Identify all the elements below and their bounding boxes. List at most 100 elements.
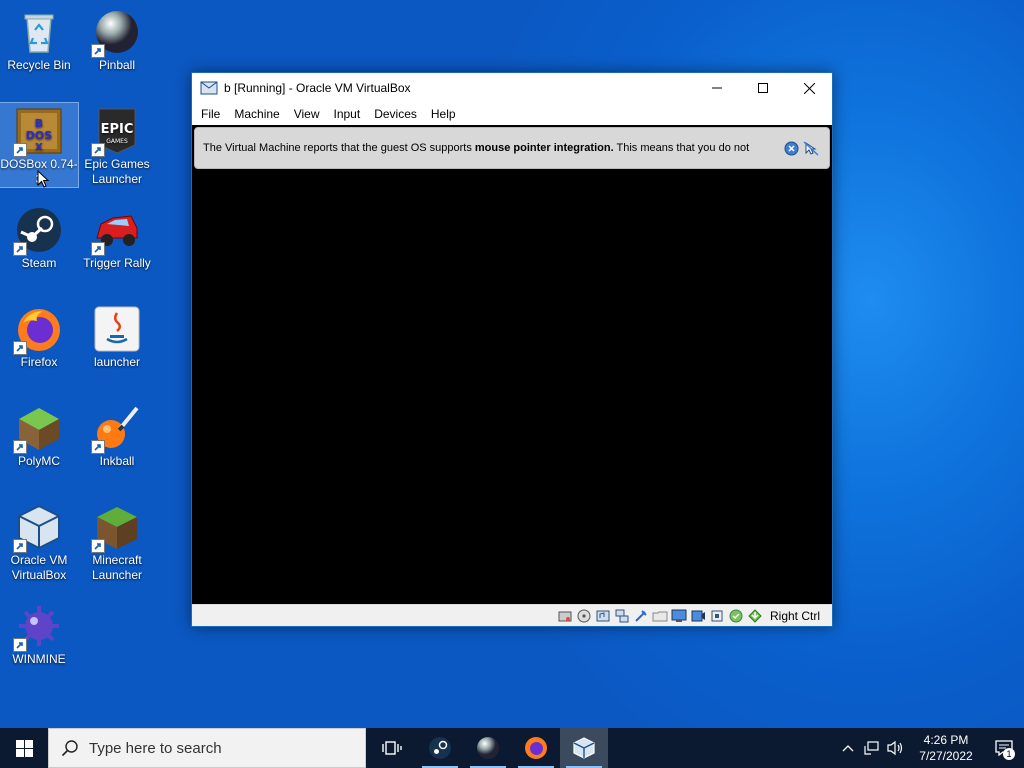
- polymc-icon: [13, 404, 63, 454]
- minimize-button[interactable]: [694, 73, 740, 103]
- mine-icon: [13, 602, 63, 652]
- desktop-icon-label: Epic Games Launcher: [84, 157, 150, 186]
- cpu-icon[interactable]: [709, 608, 725, 624]
- desktop-icon-minecraft-launcher[interactable]: Minecraft Launcher: [78, 499, 156, 583]
- svg-text:DOS: DOS: [26, 129, 52, 142]
- network-icon[interactable]: [614, 608, 630, 624]
- notice-disable-icon[interactable]: [803, 140, 819, 156]
- desktop-icon-label: Steam: [21, 256, 57, 270]
- shortcut-arrow-icon: [91, 44, 105, 58]
- menu-machine[interactable]: Machine: [227, 107, 286, 121]
- menu-input[interactable]: Input: [327, 107, 368, 121]
- steam-icon: [13, 206, 63, 256]
- desktop-icon-winmine[interactable]: WINMINE: [0, 598, 78, 667]
- mouse-cursor-icon: [37, 170, 49, 188]
- menu-devices[interactable]: Devices: [367, 107, 424, 121]
- desktop-icon-recycle-bin[interactable]: Recycle Bin: [0, 4, 78, 73]
- system-tray: 4:26 PM 7/27/2022 1: [836, 728, 1024, 768]
- desktop-icon-label: WINMINE: [12, 652, 66, 666]
- shortcut-arrow-icon: [91, 242, 105, 256]
- taskbar-firefox[interactable]: [512, 728, 560, 768]
- maximize-button[interactable]: [740, 73, 786, 103]
- desktop-icon-steam[interactable]: Steam: [0, 202, 78, 271]
- shortcut-arrow-icon: [13, 539, 27, 553]
- shortcut-arrow-icon: [13, 638, 27, 652]
- firefox-icon: [13, 305, 63, 355]
- network-tray-button[interactable]: [860, 728, 884, 768]
- taskbar-virtualbox[interactable]: [560, 728, 608, 768]
- clock-time: 4:26 PM: [923, 733, 969, 747]
- shortcut-arrow-icon: [13, 143, 27, 157]
- desktop-icon-label: Firefox: [20, 355, 58, 369]
- desktop-icon-label: PolyMC: [17, 454, 60, 468]
- taskbar-clock[interactable]: 4:26 PM 7/27/2022: [908, 732, 984, 764]
- desktop-icon-trigger-rally[interactable]: Trigger Rally: [78, 202, 156, 271]
- window-titlebar[interactable]: b [Running] - Oracle VM VirtualBox: [192, 73, 832, 103]
- audio-icon[interactable]: [595, 608, 611, 624]
- shared-folders-icon[interactable]: [652, 608, 668, 624]
- windows-logo-icon: [15, 739, 33, 757]
- taskbar-search-box[interactable]: Type here to search: [48, 728, 366, 768]
- dosbox-icon: B DOS X: [13, 107, 63, 157]
- display-icon[interactable]: [671, 608, 687, 624]
- volume-tray-button[interactable]: [884, 728, 908, 768]
- menu-bar: File Machine View Input Devices Help: [192, 103, 832, 125]
- desktop-icon-label: Minecraft Launcher: [91, 553, 143, 582]
- taskbar-pinball[interactable]: [464, 728, 512, 768]
- search-icon: [61, 740, 78, 757]
- chevron-up-icon: [842, 745, 854, 752]
- desktop-icon-firefox[interactable]: Firefox: [0, 301, 78, 370]
- svg-text:X: X: [35, 142, 43, 153]
- optical-drive-icon[interactable]: [576, 608, 592, 624]
- trigger-rally-icon: [91, 206, 141, 256]
- notification-center-button[interactable]: 1: [984, 728, 1024, 768]
- shortcut-arrow-icon: [13, 341, 27, 355]
- desktop-icon-epic-games[interactable]: EPIC GAMES Epic Games Launcher: [78, 103, 156, 187]
- task-view-button[interactable]: [368, 728, 416, 768]
- menu-view[interactable]: View: [287, 107, 327, 121]
- desktop-icon-pinball[interactable]: Pinball: [78, 4, 156, 73]
- svg-text:EPIC: EPIC: [101, 122, 134, 137]
- host-key-label: Right Ctrl: [769, 608, 820, 623]
- usb-icon[interactable]: [633, 608, 649, 624]
- firefox-icon: [525, 737, 547, 759]
- desktop-icon-launcher[interactable]: launcher: [78, 301, 156, 370]
- taskbar-steam[interactable]: [416, 728, 464, 768]
- desktop-icon-virtualbox[interactable]: Oracle VM VirtualBox: [0, 499, 78, 583]
- desktop-icon-polymc[interactable]: PolyMC: [0, 400, 78, 469]
- virtualization-icon[interactable]: [728, 608, 744, 624]
- virtualbox-window[interactable]: b [Running] - Oracle VM VirtualBox File …: [191, 72, 833, 627]
- pinball-icon: [477, 737, 499, 759]
- video-capture-icon[interactable]: [690, 608, 706, 624]
- desktop-icon-label: launcher: [93, 355, 141, 369]
- java-launcher-icon: [93, 305, 141, 353]
- desktop-icon-inkball[interactable]: Inkball: [78, 400, 156, 469]
- hard-disk-icon[interactable]: [557, 608, 573, 624]
- desktop-icon-label: Pinball: [98, 58, 136, 72]
- close-button[interactable]: [786, 73, 832, 103]
- menu-help[interactable]: Help: [424, 107, 463, 121]
- notice-text: The Virtual Machine reports that the gue…: [203, 142, 784, 154]
- menu-file[interactable]: File: [194, 107, 227, 121]
- shortcut-arrow-icon: [91, 143, 105, 157]
- svg-text:GAMES: GAMES: [106, 138, 128, 145]
- pinball-icon: [91, 8, 141, 58]
- notice-close-icon[interactable]: [784, 141, 799, 156]
- shortcut-arrow-icon: [13, 440, 27, 454]
- epic-games-icon: EPIC GAMES: [91, 107, 141, 157]
- notification-count-badge: 1: [1003, 748, 1015, 760]
- shortcut-arrow-icon: [91, 440, 105, 454]
- clock-date: 7/27/2022: [919, 749, 973, 763]
- vm-display[interactable]: The Virtual Machine reports that the gue…: [192, 125, 832, 605]
- vm-status-bar: Right Ctrl: [192, 604, 832, 626]
- notice-text-prefix: The Virtual Machine reports that the gue…: [203, 142, 475, 154]
- taskbar: Type here to search 4:26 PM 7/27/2022 1: [0, 728, 1024, 768]
- virtualbox-icon: [573, 737, 595, 759]
- show-hidden-icons-button[interactable]: [836, 728, 860, 768]
- mouse-integration-icon[interactable]: [747, 608, 763, 624]
- close-icon: [803, 82, 815, 94]
- shortcut-arrow-icon: [91, 539, 105, 553]
- start-button[interactable]: [0, 728, 48, 768]
- desktop-icon-label: Oracle VM VirtualBox: [10, 553, 68, 582]
- desktop-icon-label: Recycle Bin: [7, 58, 71, 72]
